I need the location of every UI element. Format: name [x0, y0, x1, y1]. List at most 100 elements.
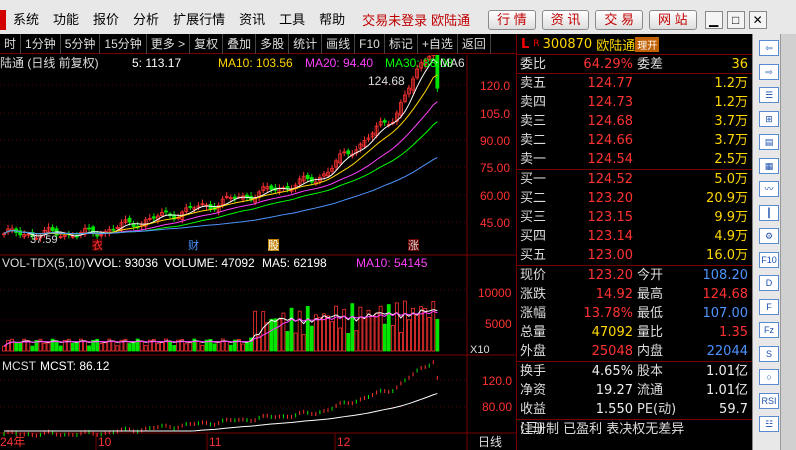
- ask-row-3[interactable]: 卖三 124.68 3.7万: [517, 112, 752, 131]
- f-icon[interactable]: F: [759, 298, 779, 315]
- volume-bar: [30, 345, 35, 352]
- candle-body: [95, 234, 100, 237]
- add-favorite-button[interactable]: +自选: [418, 33, 458, 54]
- back-icon[interactable]: ⇦: [759, 40, 779, 56]
- stat-value: 13.78%: [583, 306, 633, 321]
- webi-label: 委比: [520, 57, 547, 72]
- bid-row-2[interactable]: 买二 123.20 20.9万: [517, 189, 752, 208]
- ask-row-2[interactable]: 卖二 124.66 3.7万: [517, 131, 752, 150]
- vol-ma10-readout: MA10: 54145: [356, 256, 428, 270]
- bid-label: 买一: [520, 172, 547, 187]
- statistics-button[interactable]: 统计: [289, 33, 323, 54]
- ask-volume: 3.7万: [714, 133, 748, 148]
- multi-stock-button[interactable]: 多股: [256, 33, 290, 54]
- tab-5min[interactable]: 5分钟: [61, 33, 101, 54]
- stat-row: 涨幅 13.78% 最低 107.00: [517, 304, 752, 323]
- c-icon[interactable]: ○: [759, 369, 779, 385]
- tools-icon[interactable]: ⚙: [759, 228, 779, 244]
- volume-bar: [382, 323, 387, 352]
- volume-bar: [172, 345, 177, 352]
- rsi-icon[interactable]: RSI: [759, 392, 779, 409]
- price-stats: 现价 123.20 今开 108.20 涨跌 14.92 最高 124.68 涨幅 13.78% 最…: [517, 266, 752, 362]
- tab-15min[interactable]: 15分钟: [100, 33, 147, 54]
- ask-row-5[interactable]: 卖五 124.77 1.2万: [517, 74, 752, 93]
- event-marker-0[interactable]: 衣: [92, 238, 103, 252]
- dde-icon[interactable]: D: [759, 275, 779, 291]
- maximize-icon[interactable]: □: [726, 10, 745, 29]
- candle-body: [382, 120, 387, 123]
- stat-icon[interactable]: ▦: [759, 157, 779, 174]
- volume-bar: [75, 342, 79, 352]
- candle-body: [127, 217, 132, 223]
- volume-bar: [245, 341, 249, 352]
- stat-value: 1.35: [719, 325, 748, 340]
- volume-bar: [131, 342, 136, 352]
- bid-row-5[interactable]: 买五 123.00 16.0万: [517, 246, 752, 265]
- back-button[interactable]: 返回: [458, 33, 491, 54]
- grid-icon[interactable]: ⊞: [759, 110, 779, 127]
- stat-value: 25048: [591, 344, 633, 359]
- fz-icon[interactable]: Fz: [759, 322, 779, 338]
- forward-icon[interactable]: ⇨: [759, 63, 779, 80]
- kline-chart[interactable]: 陆通 (日线 前复权) 5: 113.17 MA10: 103.56 MA20:…: [0, 55, 516, 450]
- list-icon[interactable]: ☰: [759, 87, 779, 103]
- table-icon[interactable]: ▤: [759, 134, 779, 150]
- ma-more-readout: MA6: [440, 56, 465, 70]
- y-tick-2: 90.00: [480, 134, 510, 148]
- tab-timeshare[interactable]: 时: [0, 33, 22, 54]
- volume-bar: [87, 345, 91, 352]
- event-marker-1[interactable]: 财: [188, 238, 199, 252]
- draw-line-button[interactable]: 画线: [322, 33, 356, 54]
- ask-row-4[interactable]: 卖四 124.73 1.2万: [517, 93, 752, 112]
- trade-login-status[interactable]: 交易未登录: [362, 10, 427, 29]
- fund-label: 收益(三): [520, 402, 547, 436]
- candle-body: [188, 205, 193, 208]
- adjust-button[interactable]: 复权: [190, 33, 224, 54]
- stat-value: 108.20: [702, 268, 749, 283]
- minimize-icon[interactable]: ▁: [704, 10, 723, 29]
- vol-tick-1: 5000: [485, 317, 512, 331]
- kline-icon[interactable]: ┃: [759, 204, 779, 221]
- mark-button[interactable]: 标记: [385, 33, 418, 54]
- scrollbar[interactable]: [780, 34, 796, 450]
- ask-row-1[interactable]: 卖一 124.54 2.5万: [517, 150, 752, 169]
- vol-tick-0: 10000: [478, 286, 512, 300]
- stat-row: 涨跌 14.92 最高 124.68: [517, 285, 752, 304]
- volume-bar: [58, 345, 63, 352]
- website-button[interactable]: 网 站: [649, 9, 697, 30]
- news-button[interactable]: 资 讯: [541, 9, 590, 30]
- low-label: 37.59: [30, 234, 58, 246]
- stat-label: 最低: [637, 306, 664, 321]
- close-icon[interactable]: ✕: [748, 10, 767, 29]
- mcst-tick-1: 80.00: [482, 400, 512, 414]
- bid-row-3[interactable]: 买三 123.15 9.9万: [517, 208, 752, 227]
- overlay-button[interactable]: 叠加: [223, 33, 257, 54]
- mcst-readout: MCST: 86.12: [40, 359, 110, 373]
- event-marker-3[interactable]: 涨: [408, 239, 419, 252]
- tab-1min[interactable]: 1分钟: [21, 33, 61, 54]
- stat-value: 124.68: [702, 287, 749, 302]
- f10-icon[interactable]: F10: [759, 251, 779, 268]
- expand-icon[interactable]: ☳: [759, 416, 779, 432]
- stat-label: 今开: [637, 268, 664, 283]
- bid-volume: 16.0万: [706, 248, 748, 263]
- tab-more[interactable]: 更多 >: [147, 33, 191, 54]
- chart-area[interactable]: 陆通 (日线 前复权) 5: 113.17 MA10: 103.56 MA20:…: [0, 55, 516, 450]
- bid-row-1[interactable]: 买一 124.52 5.0万: [517, 170, 752, 189]
- s-icon[interactable]: S: [759, 345, 779, 362]
- trade-button[interactable]: 交 易: [595, 9, 644, 30]
- ask-label: 卖四: [520, 95, 547, 110]
- volume-bar: [14, 342, 19, 352]
- y-tick-0: 120.0: [480, 79, 510, 93]
- x-label-0: 24年: [0, 435, 25, 449]
- volume-bar: [285, 331, 290, 352]
- bid-row-4[interactable]: 买四 123.14 4.9万: [517, 227, 752, 246]
- stat-row: 总量 47092 量比 1.35: [517, 323, 752, 342]
- stock-name: 欧陆通: [596, 38, 636, 54]
- ma10-readout: MA10: 103.56: [218, 56, 293, 70]
- period-label[interactable]: 日线: [478, 435, 502, 449]
- f10-button[interactable]: F10: [355, 33, 385, 54]
- quote-button[interactable]: 行 情: [488, 9, 536, 30]
- event-marker-2[interactable]: 股: [268, 239, 279, 252]
- chart-line-icon[interactable]: 〰: [759, 181, 779, 197]
